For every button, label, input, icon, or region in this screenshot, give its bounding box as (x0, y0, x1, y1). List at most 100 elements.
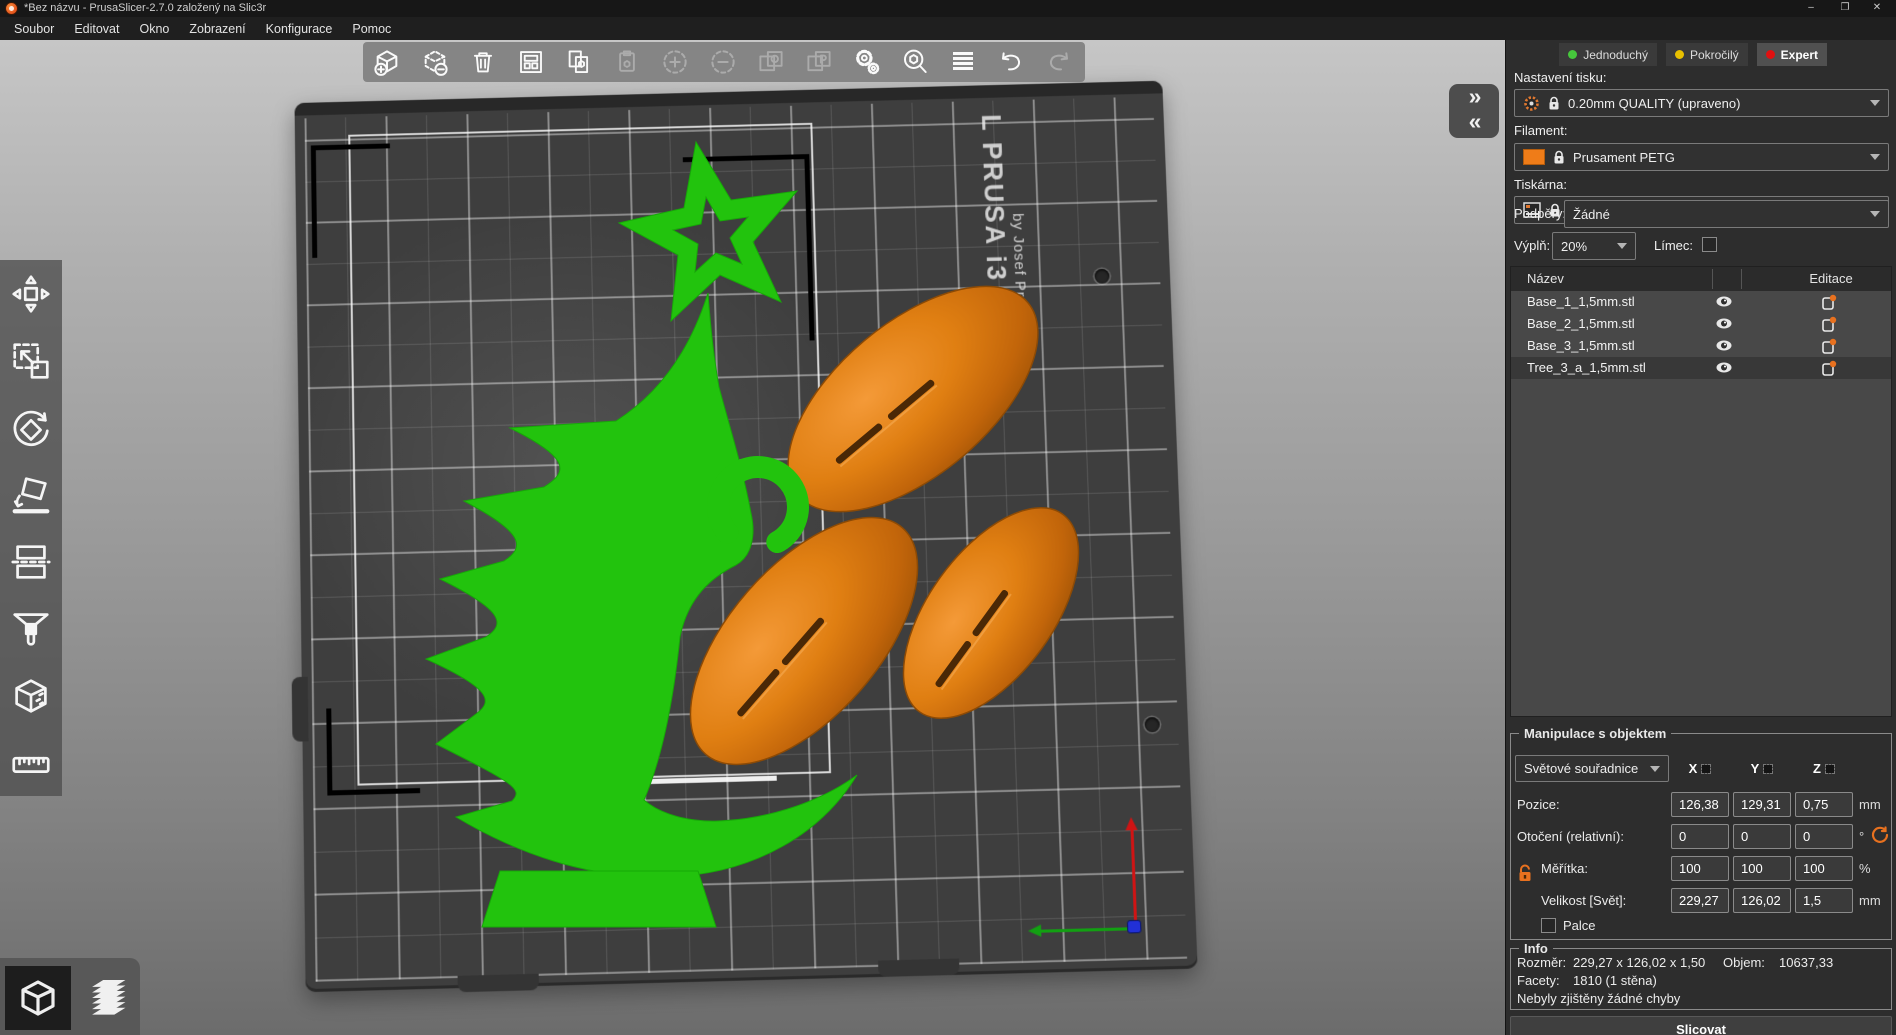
split-parts-button[interactable] (795, 42, 843, 82)
coordinate-system-select[interactable]: Světové souřadnice (1515, 755, 1669, 782)
viewport-3d[interactable]: by Josef Prusa L PRUSA i3 MK3 (0, 40, 1505, 1035)
size-label: Velikost [Svět]: (1541, 893, 1627, 908)
menu-zobrazeni[interactable]: Zobrazení (179, 19, 255, 39)
inches-label: Palce (1563, 918, 1596, 933)
place-on-face-tool[interactable] (0, 461, 62, 528)
scale-x-field[interactable]: 100 (1671, 856, 1729, 881)
chevron-down-icon (1870, 100, 1880, 106)
chevron-right-icon: » (1468, 83, 1482, 109)
search-button[interactable] (891, 42, 939, 82)
settings-button[interactable] (843, 42, 891, 82)
split-objects-button[interactable] (747, 42, 795, 82)
delete-all-button[interactable] (459, 42, 507, 82)
print-settings-label: Nastavení tisku: (1514, 70, 1607, 85)
status-text: Nebyly zjištěny žádné chyby (1517, 991, 1681, 1006)
edit-settings-icon[interactable] (1821, 359, 1837, 380)
menu-konfigurace[interactable]: Konfigurace (256, 19, 343, 39)
window-title: *Bez názvu - PrusaSlicer-2.7.0 založený … (24, 2, 267, 14)
collapse-sidebar-button[interactable]: » « (1449, 84, 1499, 138)
green-dot-icon (1568, 50, 1578, 59)
model-tree[interactable] (424, 140, 858, 928)
scale-unit: % (1859, 861, 1871, 876)
arrange-icon (520, 51, 542, 73)
eye-icon[interactable] (1715, 361, 1733, 377)
uniform-scale-lock-icon[interactable] (1517, 864, 1533, 887)
copy-button[interactable] (555, 42, 603, 82)
rotation-x-field[interactable]: 0 (1671, 824, 1729, 849)
scale-tool[interactable] (0, 327, 62, 394)
add-instance-button[interactable] (651, 42, 699, 82)
eye-icon[interactable] (1715, 295, 1733, 311)
close-button[interactable]: ✕ (1862, 0, 1892, 17)
print-settings-select[interactable]: 0.20mm QUALITY (upraveno) (1514, 89, 1889, 117)
rotate-tool[interactable] (0, 394, 62, 461)
object-row[interactable]: Base_1_1,5mm.stl (1511, 291, 1891, 313)
position-unit: mm (1859, 797, 1881, 812)
eye-icon[interactable] (1715, 317, 1733, 333)
object-list: Název Editace Base_1_1,5mm.stl Base_2_1,… (1510, 266, 1892, 717)
edit-settings-icon[interactable] (1821, 337, 1837, 358)
inches-checkbox[interactable] (1541, 918, 1556, 933)
position-z-field[interactable]: 0,75 (1795, 792, 1853, 817)
size-z-field[interactable]: 1,5 (1795, 888, 1853, 913)
position-y-field[interactable]: 129,31 (1733, 792, 1791, 817)
add-model-button[interactable] (363, 42, 411, 82)
scale-y-field[interactable]: 100 (1733, 856, 1791, 881)
position-x-field[interactable]: 126,38 (1671, 792, 1729, 817)
undo-button[interactable] (987, 42, 1035, 82)
menu-editovat[interactable]: Editovat (64, 19, 129, 39)
supports-select[interactable]: Žádné (1564, 200, 1889, 228)
editor-view-button[interactable] (5, 966, 71, 1030)
size-x-field[interactable]: 229,27 (1671, 888, 1729, 913)
mode-simple-button[interactable]: Jednoduchý (1559, 43, 1657, 66)
paste-button[interactable] (603, 42, 651, 82)
infill-select[interactable]: 20% (1552, 232, 1636, 260)
manipulation-panel: Manipulace s objektem Světové souřadnice… (1510, 726, 1892, 940)
copy-icon (568, 50, 589, 73)
edit-settings-icon[interactable] (1821, 293, 1837, 314)
object-row-selected[interactable]: Tree_3_a_1,5mm.stl (1511, 357, 1891, 379)
measure-tool[interactable] (0, 729, 62, 796)
undo-icon (1002, 52, 1021, 71)
ruler-icon (12, 756, 50, 773)
axis-x-header: X (1671, 761, 1729, 776)
slice-button[interactable]: Slicovat (1510, 1016, 1892, 1035)
axis-y-header: Y (1733, 761, 1791, 776)
preview-view-button[interactable] (76, 966, 136, 1030)
size-info-value: 229,27 x 126,02 x 1,50 (1573, 955, 1706, 970)
menu-pomoc[interactable]: Pomoc (342, 19, 401, 39)
paint-support-tool[interactable] (0, 595, 62, 662)
mode-expert-button[interactable]: Expert (1756, 43, 1827, 66)
gear-icon (856, 49, 880, 75)
cut-tool[interactable] (0, 528, 62, 595)
scale-z-field[interactable]: 100 (1795, 856, 1853, 881)
add-instance-icon (663, 50, 687, 74)
restore-button[interactable]: ❐ (1830, 0, 1860, 17)
seam-tool[interactable] (0, 662, 62, 729)
eye-icon[interactable] (1715, 339, 1733, 355)
minimize-button[interactable]: – (1796, 0, 1826, 17)
menu-soubor[interactable]: Soubor (4, 19, 64, 39)
remove-instance-button[interactable] (699, 42, 747, 82)
arrange-button[interactable] (507, 42, 555, 82)
mode-advanced-button[interactable]: Pokročilý (1665, 43, 1748, 66)
redo-button[interactable] (1035, 42, 1083, 82)
chevron-down-icon (1870, 211, 1880, 217)
delete-model-button[interactable] (411, 42, 459, 82)
trash-icon (473, 52, 493, 73)
reset-rotation-icon[interactable] (1871, 826, 1889, 847)
object-row[interactable]: Base_2_1,5mm.stl (1511, 313, 1891, 335)
prusaslicer-logo-icon (5, 2, 18, 15)
rotation-z-field[interactable]: 0 (1795, 824, 1853, 849)
menu-okno[interactable]: Okno (129, 19, 179, 39)
move-tool[interactable] (0, 260, 62, 327)
brim-checkbox[interactable] (1702, 237, 1717, 252)
size-y-field[interactable]: 126,02 (1733, 888, 1791, 913)
sliced-layers-icon (92, 979, 126, 1015)
layers-button[interactable] (939, 42, 987, 82)
object-row[interactable]: Base_3_1,5mm.stl (1511, 335, 1891, 357)
cube-3d-icon (21, 980, 55, 1016)
rotation-y-field[interactable]: 0 (1733, 824, 1791, 849)
filament-select[interactable]: Prusament PETG (1514, 143, 1889, 171)
edit-settings-icon[interactable] (1821, 315, 1837, 336)
